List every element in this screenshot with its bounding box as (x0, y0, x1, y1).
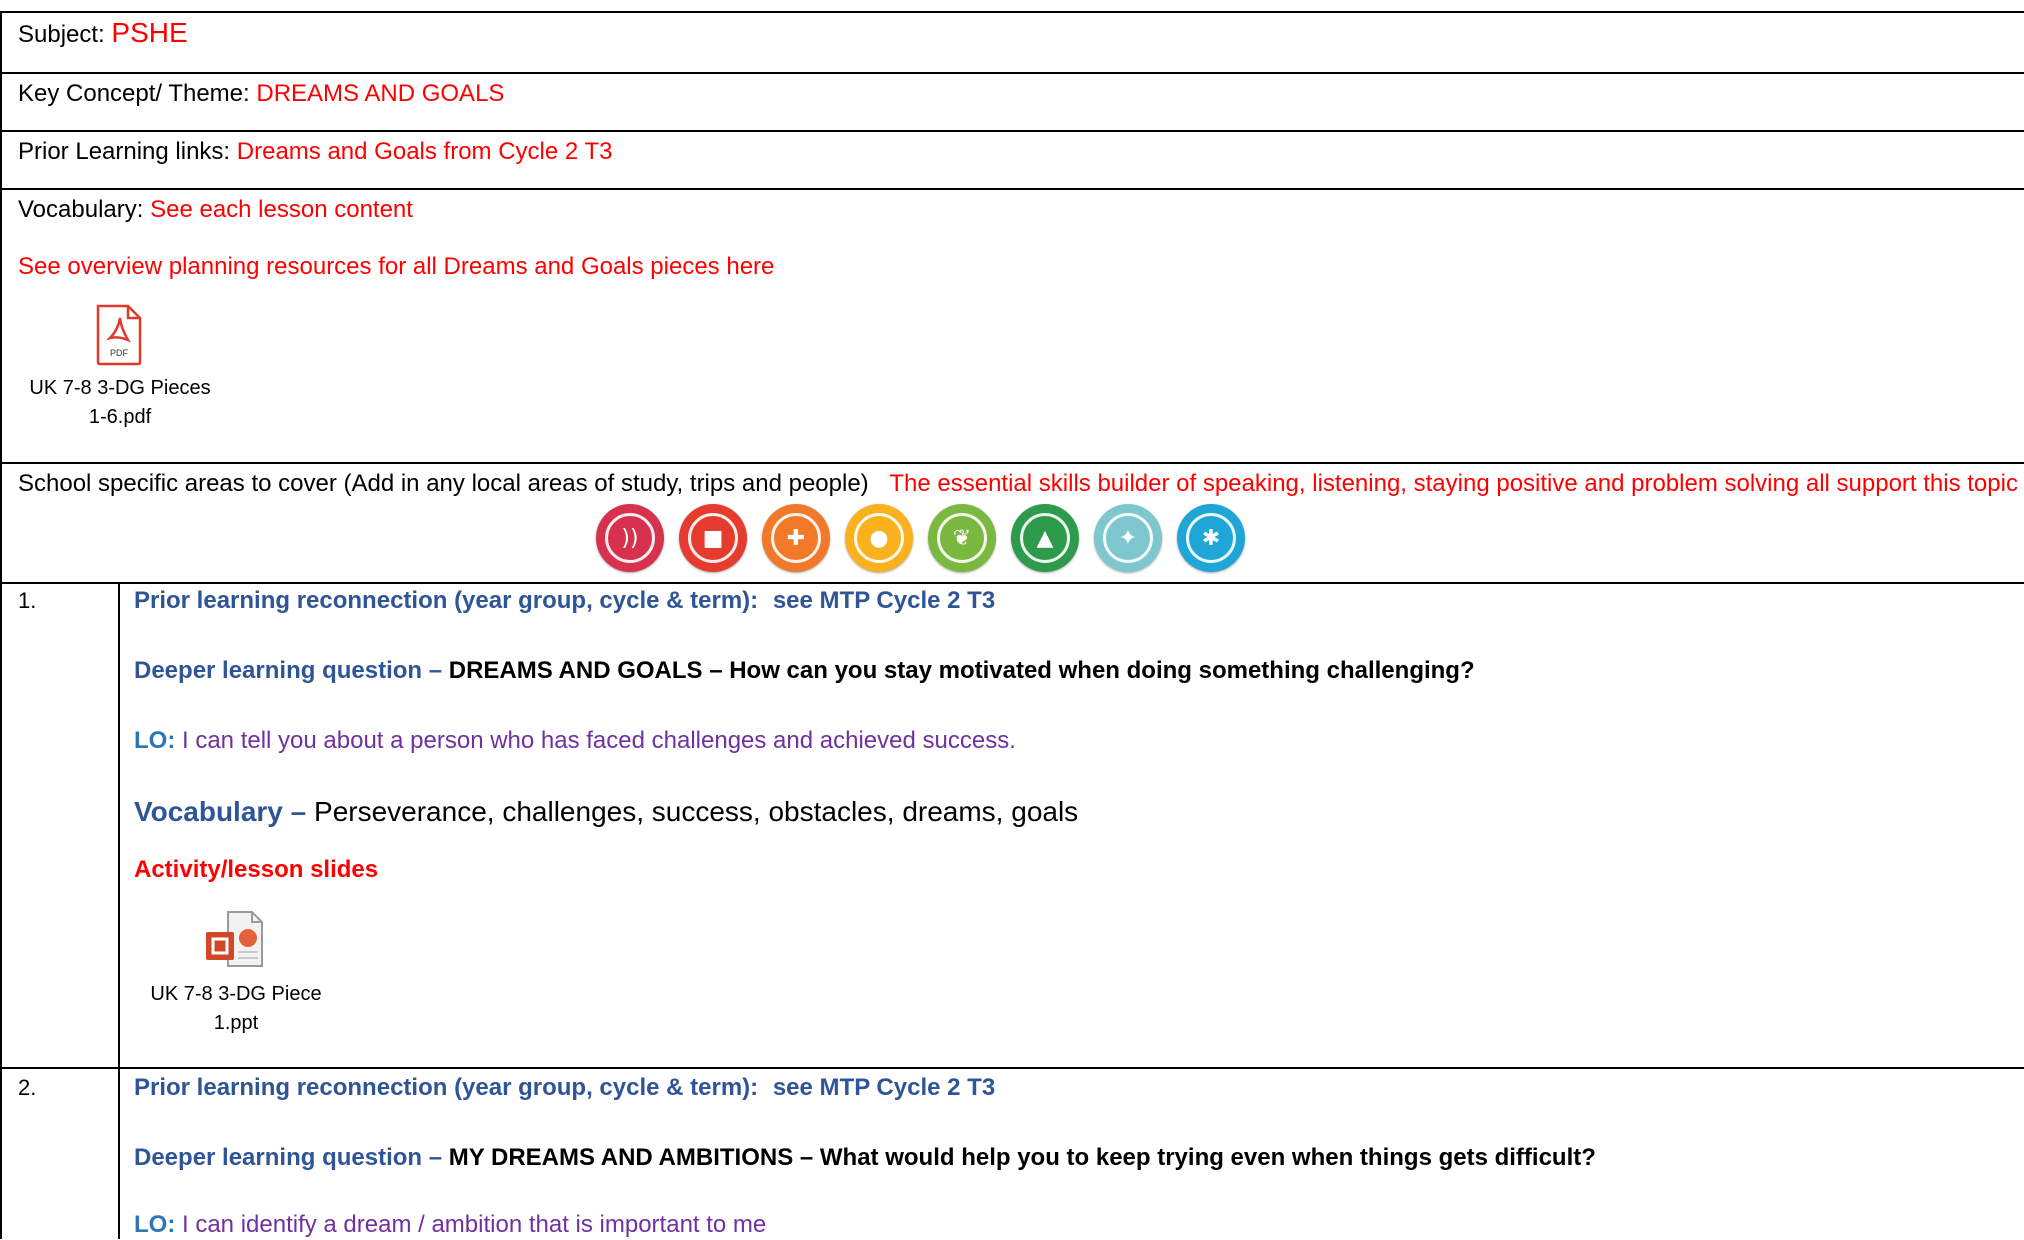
subject-value: PSHE (111, 17, 188, 48)
pdf-icon-label: PDF (110, 348, 129, 358)
vocabulary-label: Vocabulary: (18, 196, 144, 223)
lesson-2-deeper-label: Deeper learning question – (134, 1144, 443, 1171)
theme-value: DREAMS AND GOALS (256, 80, 505, 107)
lesson-2-prior-label: Prior learning reconnection (year group,… (134, 1074, 759, 1101)
lesson-1-deeper-question: Deeper learning question – DREAMS AND GO… (134, 656, 1475, 686)
row-divider (0, 188, 2024, 190)
pdf-attachment[interactable]: PDF UK 7-8 3-DG Pieces 1-6.pdf (20, 304, 220, 434)
lesson-1-vocab-label: Vocabulary – (134, 796, 307, 827)
prior-learning-label: Prior Learning links: (18, 138, 231, 165)
leadership-badge-icon: ✦ (1094, 504, 1162, 572)
aiming-high-badge-icon: ▲ (1011, 504, 1079, 572)
pdf-filename-line1: UK 7-8 3-DG Pieces (29, 377, 211, 399)
lesson-1-lo-value: I can tell you about a person who has fa… (182, 727, 1016, 754)
lesson-2-objective: LO: I can identify a dream / ambition th… (134, 1210, 766, 1240)
column-divider (118, 582, 120, 1239)
ppt-filename-line1: UK 7-8 3-DG Piece (150, 983, 322, 1005)
listening-badge-icon: )) (596, 504, 664, 572)
prior-learning-value: Dreams and Goals from Cycle 2 T3 (236, 138, 613, 165)
lesson-1-prior-value: see MTP Cycle 2 T3 (772, 587, 996, 614)
lesson-1-deeper-label: Deeper learning question – (134, 657, 443, 684)
vocabulary-value: See each lesson content (150, 196, 413, 223)
lesson-2-deeper-value: MY DREAMS AND AMBITIONS – What would hel… (448, 1144, 1596, 1171)
row-divider (0, 462, 2024, 464)
lesson-1-objective: LO: I can tell you about a person who ha… (134, 726, 1016, 756)
problem-solving-badge-icon: ✚ (762, 504, 830, 572)
vocabulary-row: Vocabulary: See each lesson content (18, 195, 413, 225)
theme-label: Key Concept/ Theme: (18, 80, 250, 107)
lesson-1-prior: Prior learning reconnection (year group,… (134, 586, 995, 616)
speaking-badge-icon: ■ (679, 504, 747, 572)
school-specific-note: The essential skills builder of speaking… (889, 470, 2018, 497)
lesson-1-prior-label: Prior learning reconnection (year group,… (134, 587, 759, 614)
table-border-left (0, 11, 2, 1239)
ppt-filename-line2: 1.ppt (213, 1012, 259, 1034)
prior-learning-row: Prior Learning links: Dreams and Goals f… (18, 137, 612, 167)
row-divider (0, 130, 2024, 132)
lesson-2-deeper-question: Deeper learning question – MY DREAMS AND… (134, 1143, 1596, 1173)
row-divider (0, 72, 2024, 74)
lesson-2-lo-value: I can identify a dream / ambition that i… (182, 1211, 767, 1238)
subject-label: Subject: (18, 21, 105, 48)
lesson-1-vocabulary: Vocabulary – Perseverance, challenges, s… (134, 795, 1078, 829)
overview-link[interactable]: See overview planning resources for all … (18, 252, 774, 282)
lesson-1-lo-label: LO: (134, 727, 176, 754)
theme-row: Key Concept/ Theme: DREAMS AND GOALS (18, 79, 504, 109)
row-divider (0, 1067, 2024, 1069)
lesson-1-vocab-value: Perseverance, challenges, success, obsta… (314, 796, 1079, 827)
lesson-2-prior-value: see MTP Cycle 2 T3 (772, 1074, 996, 1101)
creativity-badge-icon: ● (845, 504, 913, 572)
lesson-2-lo-label: LO: (134, 1211, 176, 1238)
subject-row: Subject: PSHE (18, 18, 188, 50)
teamwork-badge-icon: ✱ (1177, 504, 1245, 572)
lesson-1-number: 1. (18, 588, 37, 613)
school-specific-row: School specific areas to cover (Add in a… (18, 469, 2018, 499)
lesson-1-activity-label: Activity/lesson slides (134, 856, 379, 883)
table-border-top (0, 11, 2024, 13)
ppt-attachment[interactable]: UK 7-8 3-DG Piece 1.ppt (136, 908, 336, 1038)
row-divider (0, 582, 2024, 584)
pdf-filename-line2: 1-6.pdf (88, 406, 152, 428)
staying-positive-badge-icon: ❦ (928, 504, 996, 572)
powerpoint-file-icon (202, 908, 270, 976)
school-specific-label: School specific areas to cover (Add in a… (18, 470, 869, 497)
document-page: Subject: PSHE Key Concept/ Theme: DREAMS… (0, 0, 2024, 1239)
lesson-2-number: 2. (18, 1075, 37, 1100)
pdf-file-icon: PDF (94, 304, 162, 368)
lesson-1-deeper-value: DREAMS AND GOALS – How can you stay moti… (448, 657, 1475, 684)
lesson-2-prior: Prior learning reconnection (year group,… (134, 1073, 995, 1103)
